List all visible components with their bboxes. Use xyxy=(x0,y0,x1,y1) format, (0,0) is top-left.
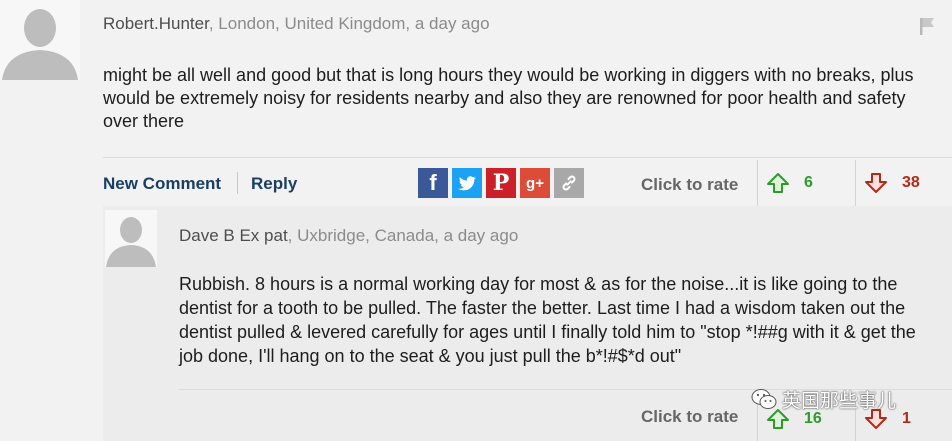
downvote-count: 38 xyxy=(902,174,920,191)
comment-byline: Robert.Hunter, London, United Kingdom, a… xyxy=(103,14,490,34)
reply-author[interactable]: Dave B Ex pat xyxy=(179,226,288,245)
arrow-down-icon xyxy=(865,173,887,193)
upvote-count: 6 xyxy=(804,174,813,191)
reply-downvote-count: 1 xyxy=(902,409,911,427)
facebook-icon[interactable]: f xyxy=(418,168,448,198)
arrow-up-icon xyxy=(767,173,789,193)
pinterest-icon[interactable]: P xyxy=(486,168,516,198)
user-silhouette-icon xyxy=(0,0,80,80)
reply-byline: Dave B Ex pat, Uxbridge, Canada, a day a… xyxy=(179,226,518,246)
comment-action-bar: New Comment Reply f P g+ Click to rate 6… xyxy=(103,160,952,206)
avatar[interactable] xyxy=(105,210,157,267)
watermark-text: 英国那些事儿 xyxy=(782,390,897,412)
reply-click-to-rate-label: Click to rate xyxy=(641,407,739,426)
watermark: 英国那些事儿 xyxy=(750,385,896,413)
upvote-button[interactable]: 6 xyxy=(757,160,855,206)
new-comment-link[interactable]: New Comment xyxy=(103,174,221,194)
downvote-button[interactable]: 38 xyxy=(855,160,952,206)
comment-meta: , London, United Kingdom, a day ago xyxy=(208,14,490,33)
wechat-icon xyxy=(751,389,777,409)
comment-body: might be all well and good but that is l… xyxy=(103,65,914,131)
report-flag-icon[interactable] xyxy=(918,16,938,36)
divider xyxy=(103,157,952,158)
user-silhouette-icon xyxy=(105,210,157,267)
twitter-icon[interactable] xyxy=(452,168,482,198)
link-separator xyxy=(237,172,238,194)
google-plus-icon[interactable]: g+ xyxy=(520,168,550,198)
reply-body: Rubbish. 8 hours is a normal working day… xyxy=(179,274,916,366)
click-to-rate-label: Click to rate xyxy=(641,175,739,194)
link-icon[interactable] xyxy=(554,168,584,198)
reply-link[interactable]: Reply xyxy=(251,174,297,194)
reply-meta: , Uxbridge, Canada, a day ago xyxy=(287,226,519,245)
avatar[interactable] xyxy=(0,0,80,80)
comment-author[interactable]: Robert.Hunter xyxy=(103,14,209,33)
